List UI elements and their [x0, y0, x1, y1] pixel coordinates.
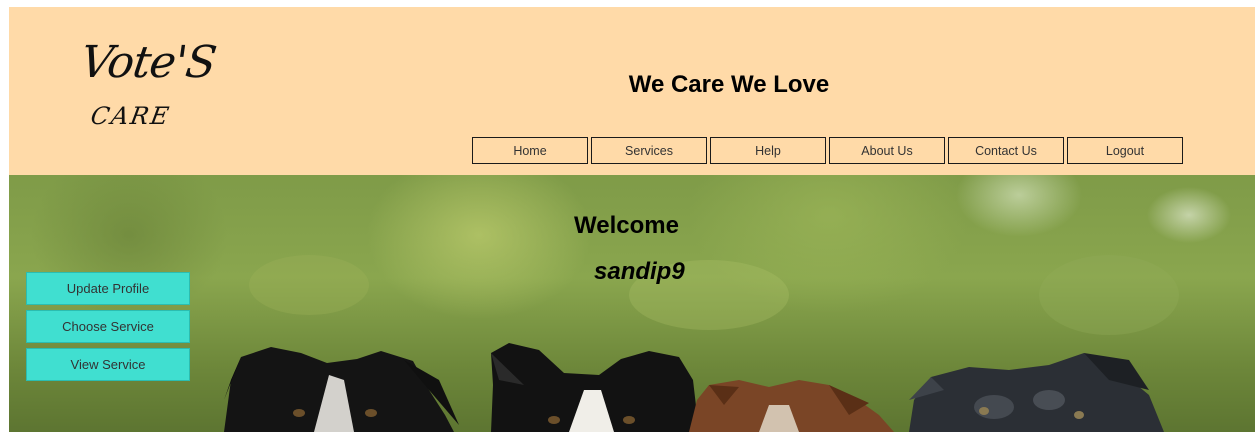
logo-line-1: Vote'S — [77, 37, 219, 88]
side-menu: Update Profile Choose Service View Servi… — [26, 272, 190, 386]
nav-about-us-button[interactable]: About Us — [829, 137, 945, 164]
username-label: sandip9 — [594, 258, 685, 285]
nav-home-button[interactable]: Home — [472, 137, 588, 164]
nav-contact-us-button[interactable]: Contact Us — [948, 137, 1064, 164]
page: Vote'S CARE We Care We Love Home Service… — [9, 7, 1255, 432]
nav-logout-button[interactable]: Logout — [1067, 137, 1183, 164]
site-header: Vote'S CARE We Care We Love Home Service… — [9, 7, 1255, 175]
choose-service-button[interactable]: Choose Service — [26, 310, 190, 343]
dog-4-graphic — [909, 353, 1164, 432]
site-title: We Care We Love — [628, 71, 830, 98]
dog-3-graphic — [689, 380, 894, 432]
update-profile-button[interactable]: Update Profile — [26, 272, 190, 305]
hero-banner: Welcome sandip9 Update Profile Choose Se… — [9, 175, 1255, 432]
site-logo[interactable]: Vote'S CARE — [71, 37, 218, 147]
welcome-heading: Welcome — [574, 212, 679, 239]
dog-1-graphic — [224, 347, 459, 432]
dog-2-graphic — [491, 343, 699, 432]
nav-services-button[interactable]: Services — [591, 137, 707, 164]
nav-help-button[interactable]: Help — [710, 137, 826, 164]
main-nav: Home Services Help About Us Contact Us L… — [472, 137, 1186, 164]
view-service-button[interactable]: View Service — [26, 348, 190, 381]
logo-line-2: CARE — [88, 102, 173, 130]
